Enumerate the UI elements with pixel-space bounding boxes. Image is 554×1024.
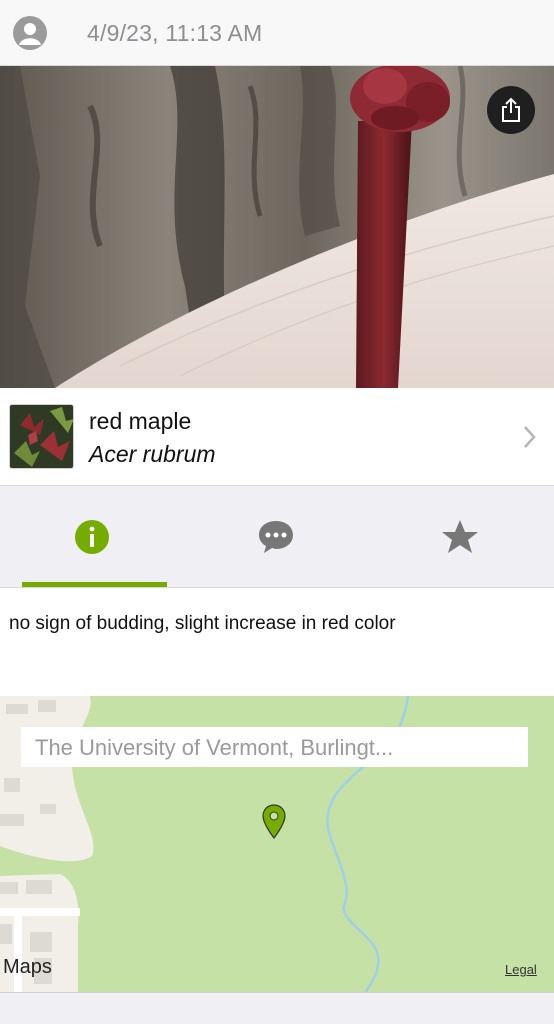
apple-maps-logo: Maps: [2, 956, 52, 979]
notes-text: no sign of budding, slight increase in r…: [9, 613, 396, 634]
share-icon: [502, 97, 520, 122]
observation-map[interactable]: The University of Vermont, Burlingt... M…: [0, 696, 554, 992]
share-button[interactable]: [487, 86, 535, 134]
comments-icon: [259, 521, 293, 553]
star-icon: [442, 520, 478, 553]
observation-header: 4/9/23, 11:13 AM: [0, 0, 554, 66]
maps-label: Maps: [3, 956, 52, 978]
observation-notes: no sign of budding, slight increase in r…: [0, 588, 554, 696]
species-scientific-name: Acer rubrum: [89, 441, 216, 467]
observation-tabs: [0, 486, 554, 588]
chevron-right-icon: [524, 426, 536, 448]
bottom-bar: [0, 992, 554, 1024]
active-tab-indicator: [22, 582, 167, 587]
map-pin-icon[interactable]: [262, 804, 286, 840]
species-row[interactable]: red maple Acer rubrum: [0, 388, 554, 486]
species-common-name: red maple: [89, 408, 192, 434]
info-icon: [75, 520, 109, 554]
tab-comments[interactable]: [184, 486, 368, 588]
tab-info[interactable]: [0, 486, 184, 588]
observation-photo[interactable]: [0, 66, 554, 388]
map-location-label[interactable]: The University of Vermont, Burlingt...: [21, 727, 528, 767]
species-thumbnail: [9, 404, 74, 469]
legal-link[interactable]: Legal: [505, 962, 537, 977]
observation-timestamp: 4/9/23, 11:13 AM: [87, 20, 263, 46]
tab-favorites[interactable]: [368, 486, 552, 588]
user-avatar-icon[interactable]: [13, 16, 47, 50]
